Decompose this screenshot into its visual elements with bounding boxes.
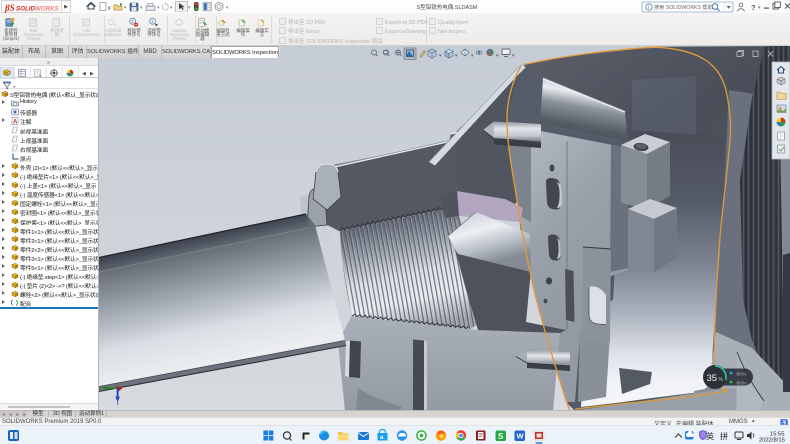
svg-text:▾: ▾ (226, 5, 229, 11)
svg-text:i: i (648, 5, 649, 11)
svg-text:⚙0%: ⚙0% (736, 381, 747, 386)
svg-text:▾: ▾ (108, 5, 111, 11)
svg-text:2022/8/15: 2022/8/15 (759, 438, 785, 444)
svg-text:WORKS: WORKS (35, 6, 60, 13)
svg-text:35: 35 (707, 373, 718, 384)
svg-text:□: □ (83, 21, 86, 27)
svg-text:⚙0%: ⚙0% (736, 372, 747, 377)
svg-text:A: A (13, 119, 18, 125)
svg-text:S: S (498, 432, 504, 441)
svg-text:▾: ▾ (188, 5, 191, 11)
svg-text:W: W (517, 432, 525, 441)
svg-text:英: 英 (706, 431, 714, 441)
svg-text:?: ? (751, 3, 756, 12)
svg-text:SOLID: SOLID (16, 6, 35, 13)
svg-text:▾: ▾ (758, 5, 761, 11)
svg-text:拼: 拼 (720, 431, 728, 441)
svg-text:▾: ▾ (157, 5, 160, 11)
svg-text:▾: ▾ (170, 5, 173, 11)
svg-text:◀: ◀ (82, 71, 86, 77)
svg-text:搜索 SOLIDWORKS 帮助: 搜索 SOLIDWORKS 帮助 (654, 3, 713, 11)
svg-text:%: % (719, 377, 724, 383)
svg-text:βS: βS (4, 3, 15, 13)
svg-text:▶: ▶ (90, 71, 94, 77)
svg-text:▾: ▾ (140, 5, 143, 11)
svg-text:▾: ▾ (124, 5, 127, 11)
